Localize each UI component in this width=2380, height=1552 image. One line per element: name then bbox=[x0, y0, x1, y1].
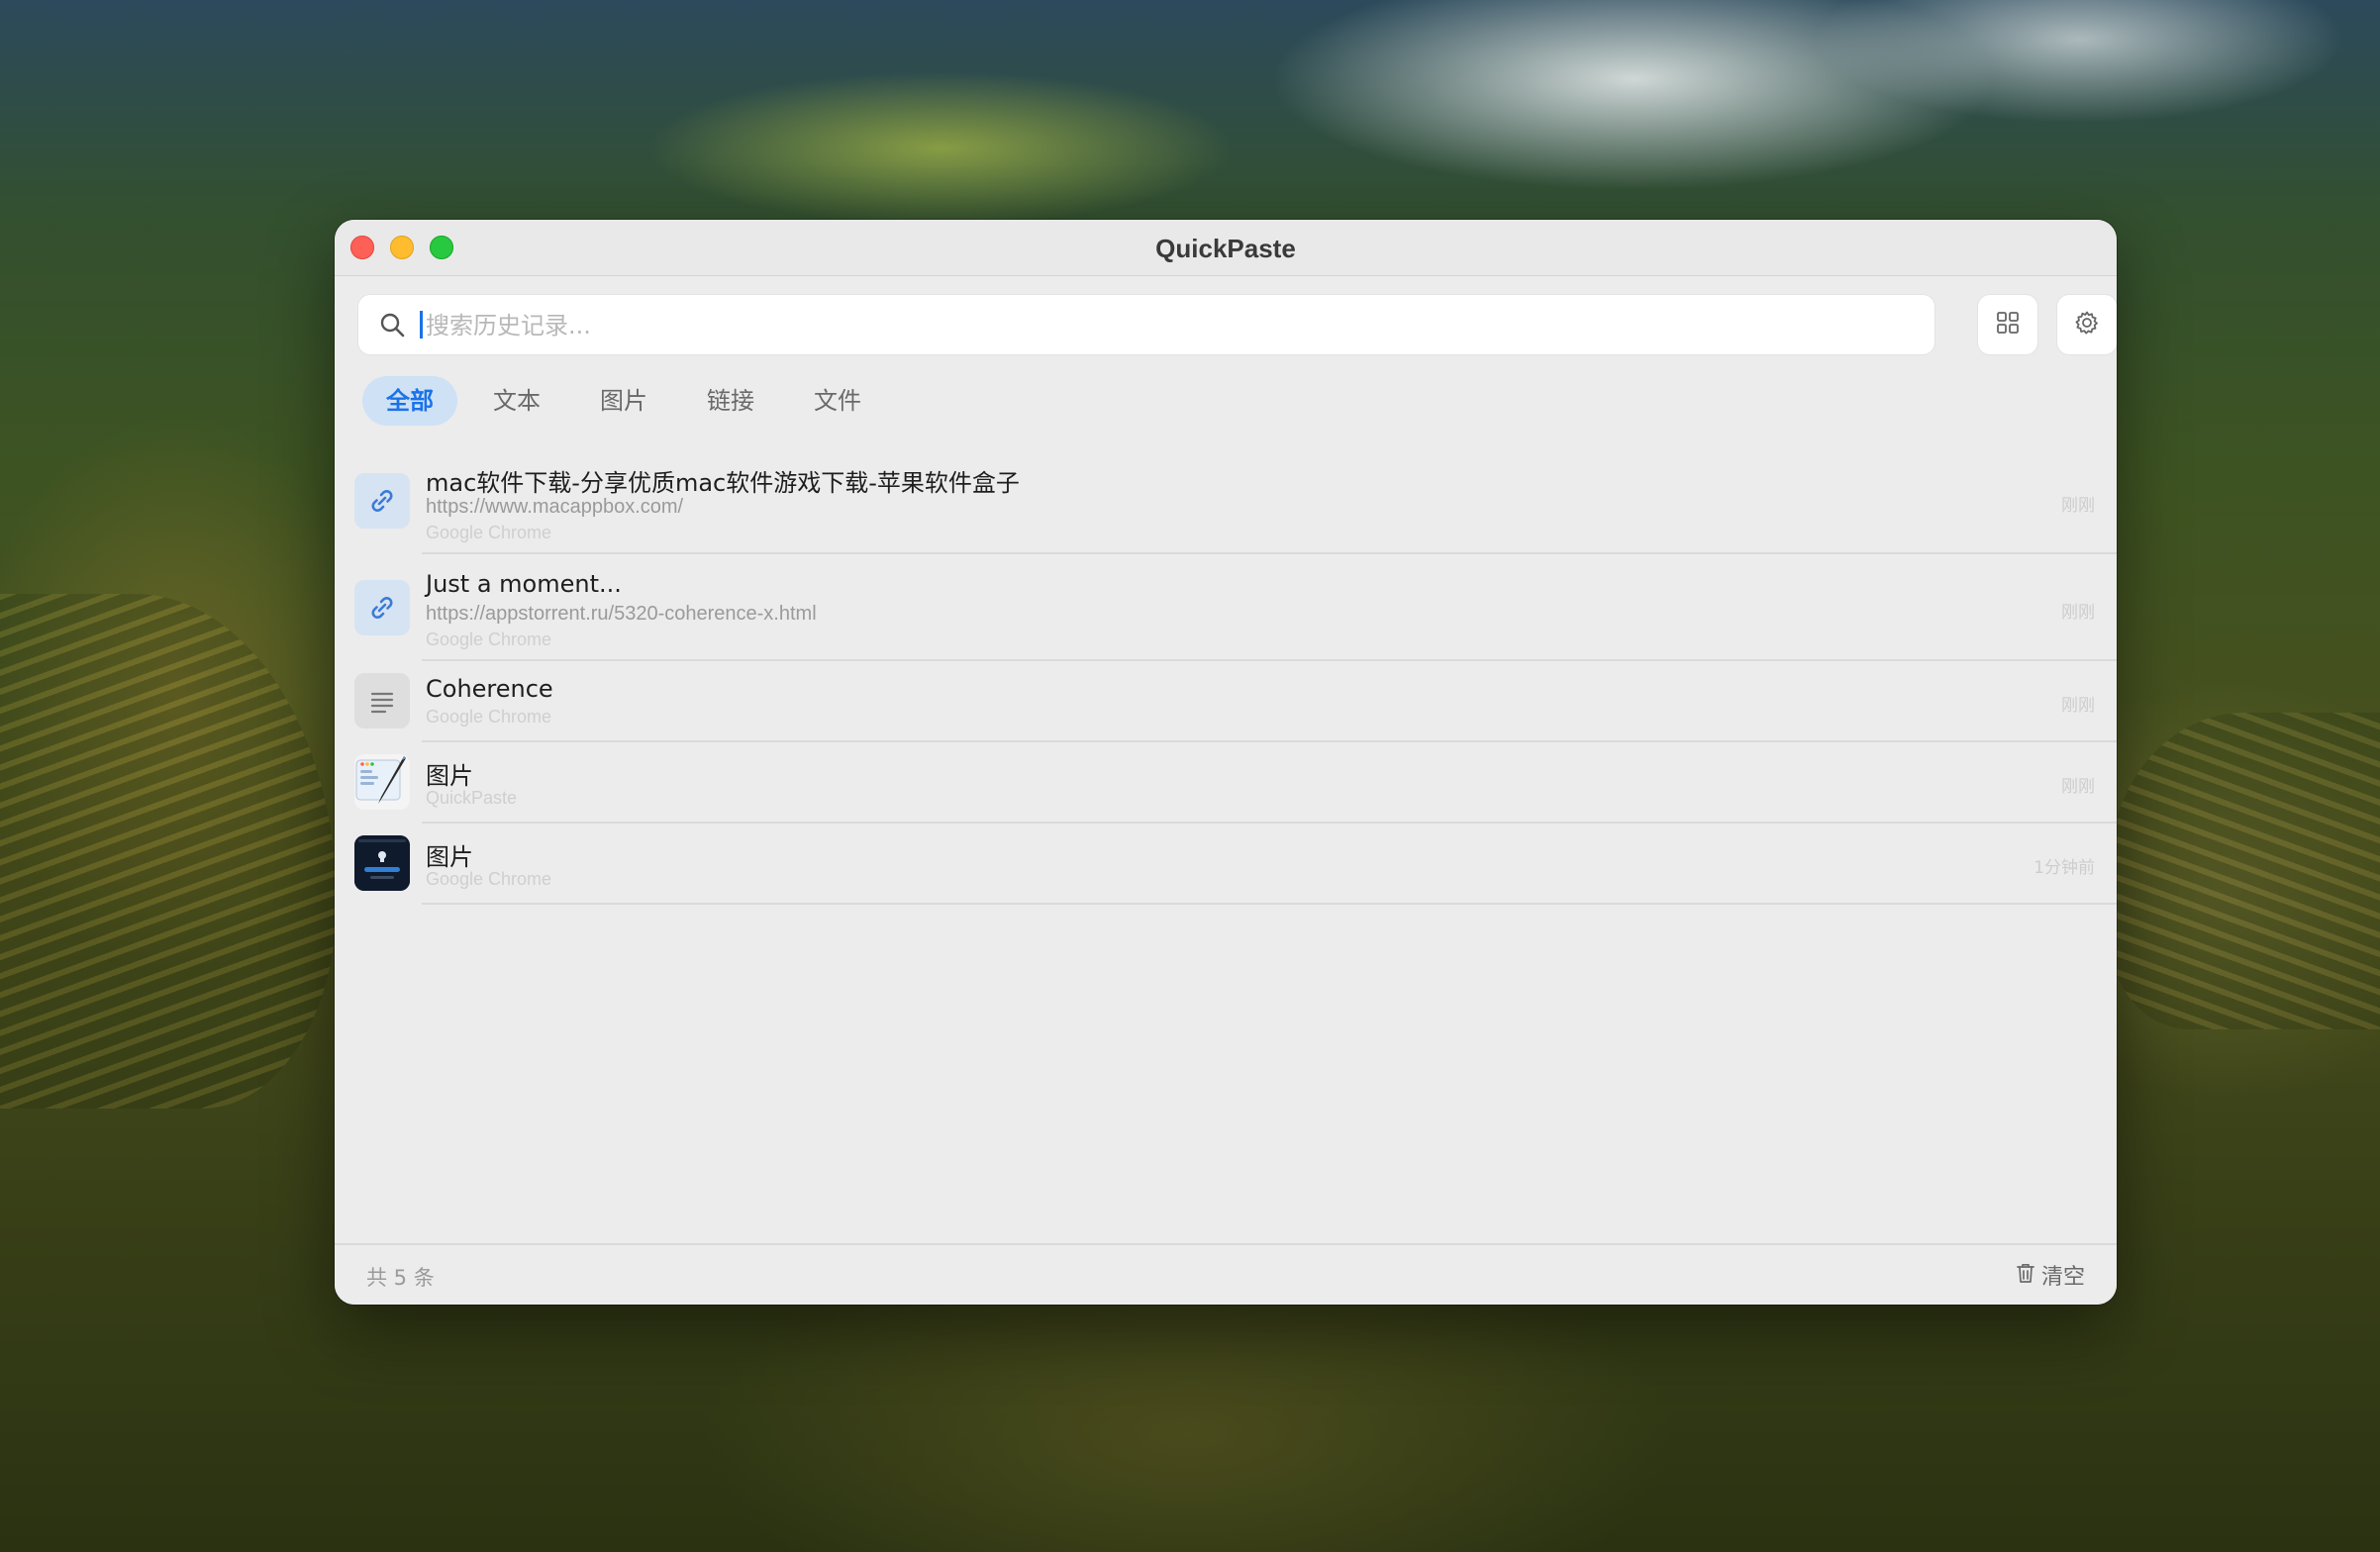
item-source: Google Chrome bbox=[426, 707, 552, 727]
history-item-image[interactable]: 图片 QuickPaste 刚刚 bbox=[335, 742, 2117, 824]
trash-icon bbox=[2016, 1262, 2035, 1289]
row-divider bbox=[422, 903, 2117, 905]
item-source: Google Chrome bbox=[426, 630, 552, 649]
grid-icon bbox=[1996, 311, 2020, 340]
footer-bar: 共 5 条 清空 bbox=[335, 1243, 2117, 1305]
window-title: QuickPaste bbox=[1155, 234, 1296, 263]
link-icon bbox=[354, 580, 410, 635]
item-source: Google Chrome bbox=[426, 869, 552, 889]
wallpaper-vineyard-left bbox=[0, 594, 337, 1109]
item-url: https://www.macappbox.com/ bbox=[426, 496, 684, 518]
item-url: https://appstorrent.ru/5320-coherence-x.… bbox=[426, 603, 817, 625]
search-box[interactable] bbox=[358, 295, 1934, 354]
quickpaste-window: QuickPaste 搜索历史记录... 全部 文本 图片 链接 文件 mac软… bbox=[335, 220, 2117, 1305]
item-title: 图片 bbox=[426, 843, 473, 871]
grid-view-button[interactable] bbox=[1978, 295, 2037, 354]
item-title: Just a moment... bbox=[426, 570, 622, 598]
tab-image[interactable]: 图片 bbox=[576, 376, 671, 426]
title-bar[interactable]: QuickPaste bbox=[335, 220, 2117, 276]
item-count: 共 5 条 bbox=[366, 1266, 435, 1290]
item-title: mac软件下载-分享优质mac软件游戏下载-苹果软件盒子 bbox=[426, 469, 1020, 497]
text-cursor bbox=[420, 311, 423, 339]
image-thumbnail-icon bbox=[354, 835, 410, 891]
category-tabs: 全部 文本 图片 链接 文件 bbox=[362, 376, 885, 426]
item-time: 刚刚 bbox=[2061, 496, 2095, 516]
item-time: 刚刚 bbox=[2061, 696, 2095, 716]
wallpaper-vineyard-right bbox=[2109, 713, 2380, 1029]
clear-history-button[interactable]: 清空 bbox=[2016, 1259, 2085, 1291]
item-time: 刚刚 bbox=[2061, 603, 2095, 623]
tab-text[interactable]: 文本 bbox=[469, 376, 564, 426]
history-item-text[interactable]: Coherence Google Chrome 刚刚 bbox=[335, 661, 2117, 742]
item-title: 图片 bbox=[426, 762, 473, 790]
item-time: 刚刚 bbox=[2061, 777, 2095, 797]
tab-file[interactable]: 文件 bbox=[790, 376, 885, 426]
text-lines-icon bbox=[354, 673, 410, 728]
gear-icon bbox=[2074, 310, 2100, 340]
link-icon bbox=[354, 473, 410, 529]
settings-button[interactable] bbox=[2057, 295, 2117, 354]
item-source: Google Chrome bbox=[426, 523, 552, 542]
image-thumbnail-icon bbox=[354, 754, 410, 810]
tab-link[interactable]: 链接 bbox=[683, 376, 778, 426]
history-item-link[interactable]: mac软件下载-分享优质mac软件游戏下载-苹果软件盒子 https://www… bbox=[335, 447, 2117, 554]
search-input[interactable] bbox=[424, 301, 1913, 350]
clear-label: 清空 bbox=[2040, 1265, 2085, 1290]
tab-all[interactable]: 全部 bbox=[362, 376, 457, 426]
search-row bbox=[358, 295, 2117, 354]
item-source: QuickPaste bbox=[426, 788, 518, 808]
history-item-link[interactable]: Just a moment... https://appstorrent.ru/… bbox=[335, 554, 2117, 661]
history-list: mac软件下载-分享优质mac软件游戏下载-苹果软件盒子 https://www… bbox=[335, 447, 2117, 905]
history-item-image[interactable]: 图片 Google Chrome 1分钟前 bbox=[335, 824, 2117, 905]
item-time: 1分钟前 bbox=[2033, 858, 2095, 878]
item-title: Coherence bbox=[426, 675, 553, 703]
search-icon bbox=[378, 311, 406, 339]
